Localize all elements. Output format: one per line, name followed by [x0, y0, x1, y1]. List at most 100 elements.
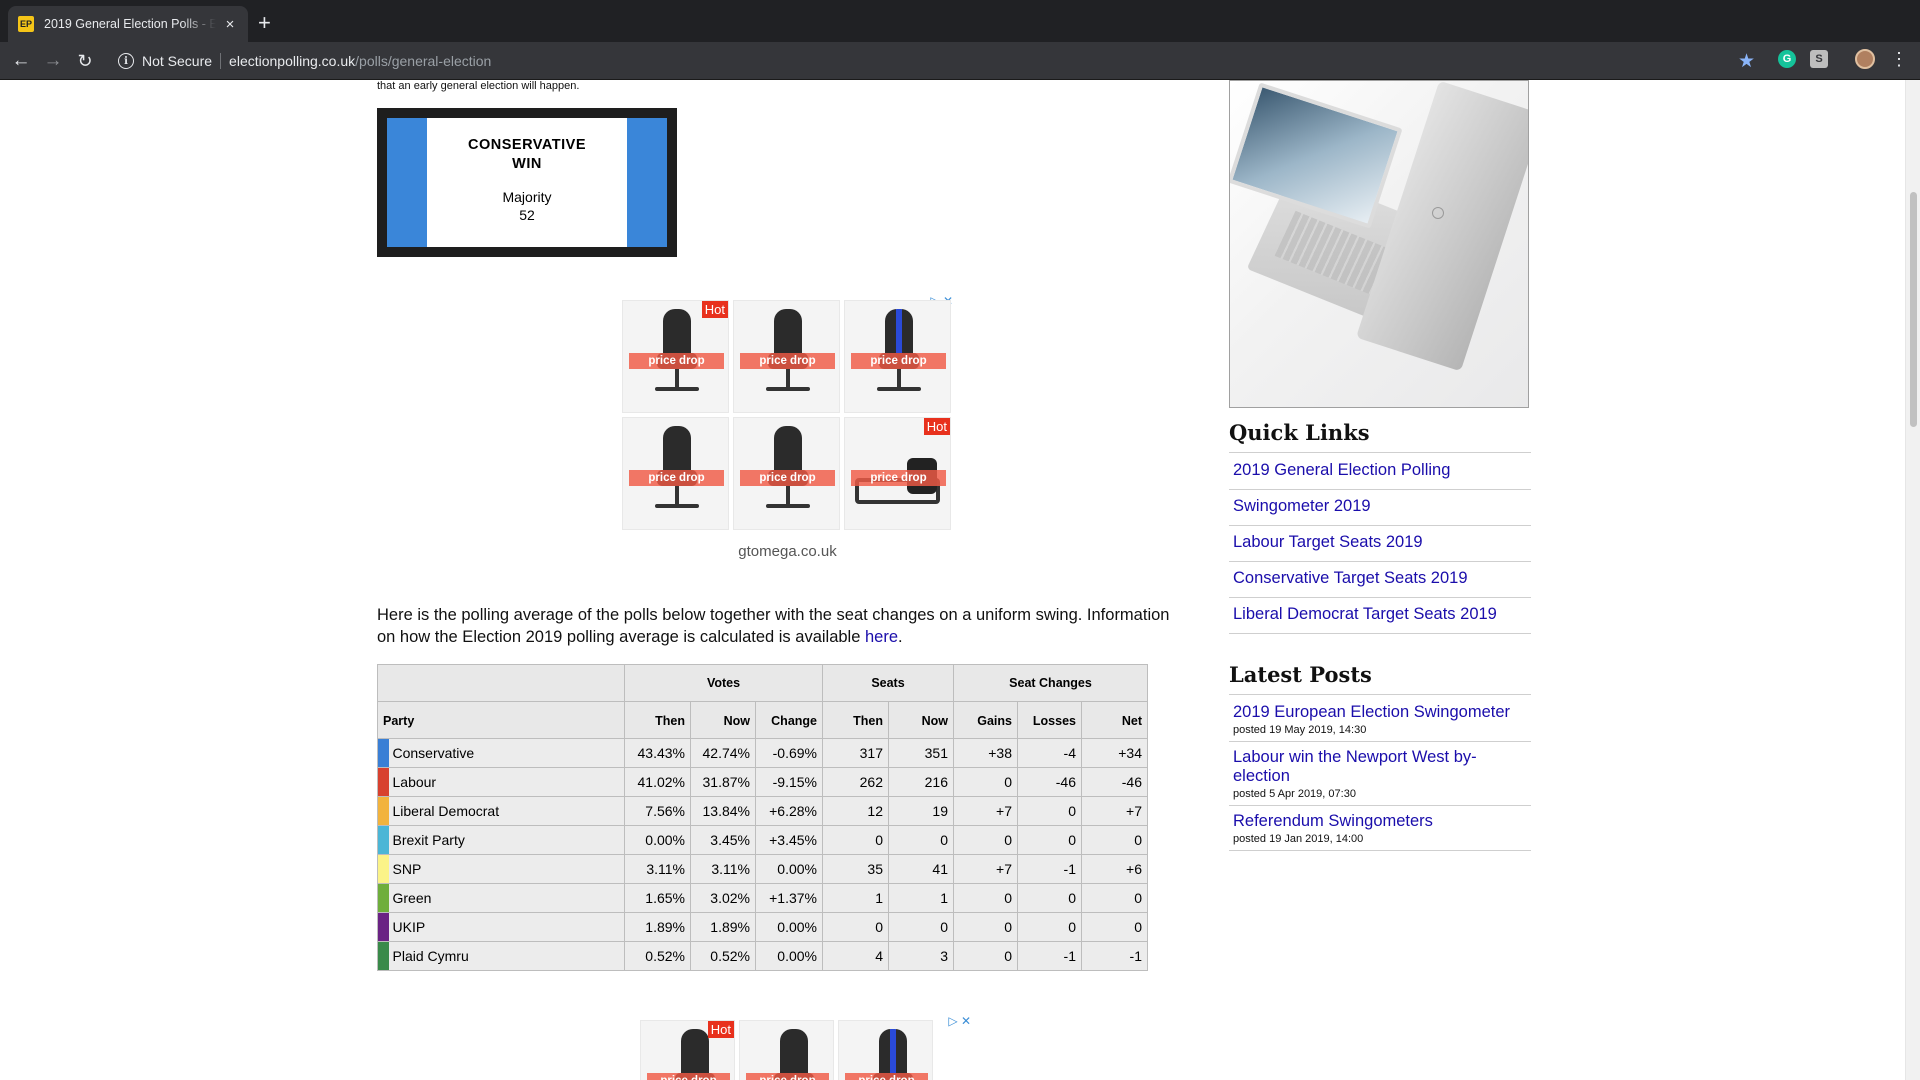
laptop-ad-image[interactable]: [1229, 80, 1529, 408]
quick-link[interactable]: Conservative Target Seats 2019: [1233, 569, 1468, 587]
quick-link[interactable]: Liberal Democrat Target Seats 2019: [1233, 605, 1497, 623]
forward-arrow-icon[interactable]: →: [42, 50, 64, 72]
quick-link[interactable]: Labour Target Seats 2019: [1233, 533, 1423, 551]
ad-product-tile[interactable]: price drop: [622, 417, 729, 530]
table-value-cell: 0.00%: [755, 941, 823, 971]
price-drop-label: price drop: [740, 470, 835, 486]
party-color-swatch: [377, 767, 389, 797]
latest-post-item: Labour win the Newport West by-election p…: [1229, 742, 1531, 806]
chair-base-shape: [655, 504, 699, 508]
column-header-losses: Losses: [1017, 701, 1082, 739]
table-value-cell: -0.69%: [755, 738, 823, 768]
majority-value: 52: [519, 207, 535, 223]
table-value-cell: 3.11%: [624, 854, 691, 884]
post-date: posted 19 Jan 2019, 14:00: [1233, 833, 1364, 845]
ad-tile-grid: price drop Hot price drop price drop: [640, 1020, 971, 1080]
table-row: Green 1.65% 3.02% +1.37% 1 1 0 0 0: [377, 883, 1148, 913]
table-value-cell: 0: [1081, 912, 1148, 942]
table-value-cell: 0.52%: [690, 941, 756, 971]
latest-posts-list: 2019 European Election Swingometer posted…: [1229, 697, 1531, 851]
chair-base-shape: [766, 504, 810, 508]
ad-product-tile[interactable]: price drop: [733, 417, 840, 530]
product-ad-bottom[interactable]: ▷ ✕ price drop Hot price drop price drop: [640, 1014, 971, 1080]
column-header-votes-now: Now: [690, 701, 756, 739]
ad-product-tile[interactable]: price drop Hot: [844, 417, 951, 530]
table-value-cell: 0.00%: [624, 825, 691, 855]
price-drop-label: price drop: [629, 353, 724, 369]
latest-post-link[interactable]: Referendum Swingometers: [1233, 812, 1527, 831]
ad-product-tile[interactable]: price drop: [733, 300, 840, 413]
quick-link[interactable]: Swingometer 2019: [1233, 497, 1371, 515]
quick-link-item: Labour Target Seats 2019: [1229, 526, 1531, 562]
chair-pole-shape: [786, 369, 790, 387]
ad-choices-icon[interactable]: ▷ ✕: [948, 1014, 971, 1028]
methodology-link[interactable]: here: [865, 628, 898, 646]
page-scrollbar[interactable]: [1905, 80, 1920, 1080]
table-row: UKIP 1.89% 1.89% 0.00% 0 0 0 0 0: [377, 912, 1148, 942]
latest-post-link[interactable]: Labour win the Newport West by-election: [1233, 748, 1527, 786]
reload-icon[interactable]: ↻: [74, 50, 96, 72]
table-value-cell: 19: [888, 796, 954, 826]
party-name-cell: Liberal Democrat: [388, 796, 625, 826]
chair-pole-shape: [786, 486, 790, 504]
ad-source-domain[interactable]: gtomega.co.uk: [622, 543, 953, 560]
party-name-cell: Plaid Cymru: [388, 941, 625, 971]
chair-base-shape: [766, 387, 810, 391]
chair-back-shape: [663, 426, 691, 476]
table-value-cell: 0: [822, 825, 889, 855]
product-ad[interactable]: ▷ ✕ price dropHotprice dropprice droppri…: [622, 294, 953, 560]
ad-tile-grid: price drop Hot price drop price drop price d…: [622, 300, 953, 530]
polling-average-period: .: [898, 628, 903, 646]
table-corner-cell: [377, 664, 625, 702]
table-value-cell: 0: [953, 883, 1018, 913]
table-row: Labour 41.02% 31.87% -9.15% 262 216 0 -46 -46: [377, 767, 1148, 797]
back-arrow-icon[interactable]: ←: [10, 50, 32, 72]
ad-product-tile[interactable]: price drop: [739, 1020, 834, 1080]
table-value-cell: 1.65%: [624, 883, 691, 913]
table-value-cell: 0: [1081, 825, 1148, 855]
table-row: SNP 3.11% 3.11% 0.00% 35 41 +7 -1 +6: [377, 854, 1148, 884]
table-row: Liberal Democrat 7.56% 13.84% +6.28% 12 19 +7 0…: [377, 796, 1148, 826]
table-value-cell: 0: [1017, 825, 1082, 855]
browser-menu-icon[interactable]: ⋮: [1890, 50, 1908, 68]
table-value-cell: -9.15%: [755, 767, 823, 797]
address-bar[interactable]: i Not Secure electionpolling.co.uk/polls…: [108, 46, 1778, 76]
column-header-seats-now: Now: [888, 701, 954, 739]
quick-link[interactable]: 2019 General Election Polling: [1233, 461, 1450, 479]
grammarly-extension-icon[interactable]: G: [1778, 50, 1796, 68]
new-tab-button[interactable]: +: [258, 12, 271, 34]
table-value-cell: 0: [953, 912, 1018, 942]
browser-toolbar: ← → ↻ i Not Secure electionpolling.co.uk…: [0, 42, 1920, 80]
table-value-cell: +7: [953, 854, 1018, 884]
bookmark-star-icon[interactable]: ★: [1738, 50, 1755, 73]
profile-avatar-icon[interactable]: [1855, 49, 1875, 69]
polling-average-text: Here is the polling average of the polls…: [377, 604, 1177, 648]
quick-link-item: 2019 General Election Polling: [1229, 454, 1531, 490]
election-result-box: CONSERVATIVE WIN Majority 52: [377, 108, 677, 257]
party-name-cell: Labour: [388, 767, 625, 797]
s-extension-icon[interactable]: S: [1810, 50, 1828, 68]
latest-post-link[interactable]: 2019 European Election Swingometer: [1233, 703, 1527, 722]
ad-product-tile[interactable]: price drop: [844, 300, 951, 413]
result-color-band: CONSERVATIVE WIN Majority 52: [387, 118, 667, 247]
column-header-votes-change: Change: [755, 701, 823, 739]
table-row: Brexit Party 0.00% 3.45% +3.45% 0 0 0 0 0: [377, 825, 1148, 855]
table-value-cell: 1.89%: [690, 912, 756, 942]
party-name-cell: Conservative: [388, 738, 625, 768]
ad-product-tile[interactable]: price drop Hot: [622, 300, 729, 413]
url-path: /polls/general-election: [355, 53, 492, 69]
scrollbar-thumb[interactable]: [1910, 192, 1917, 427]
ad-product-tile[interactable]: price drop Hot: [640, 1020, 735, 1080]
site-info-icon[interactable]: i: [118, 53, 134, 69]
price-drop-label: price drop: [740, 353, 835, 369]
ad-product-tile[interactable]: price drop: [838, 1020, 933, 1080]
quick-link-item: Swingometer 2019: [1229, 490, 1531, 526]
table-value-cell: 3.02%: [690, 883, 756, 913]
browser-tab[interactable]: EP 2019 General Election Polls - Electio…: [8, 6, 248, 42]
table-value-cell: 0: [953, 941, 1018, 971]
table-value-cell: 0.00%: [755, 854, 823, 884]
tab-close-icon[interactable]: ×: [222, 16, 238, 33]
seats-group-header: Seats: [822, 664, 954, 702]
votes-group-header: Votes: [624, 664, 823, 702]
table-body: Conservative 43.43% 42.74% -0.69% 317 351 +38-…: [377, 738, 1148, 971]
